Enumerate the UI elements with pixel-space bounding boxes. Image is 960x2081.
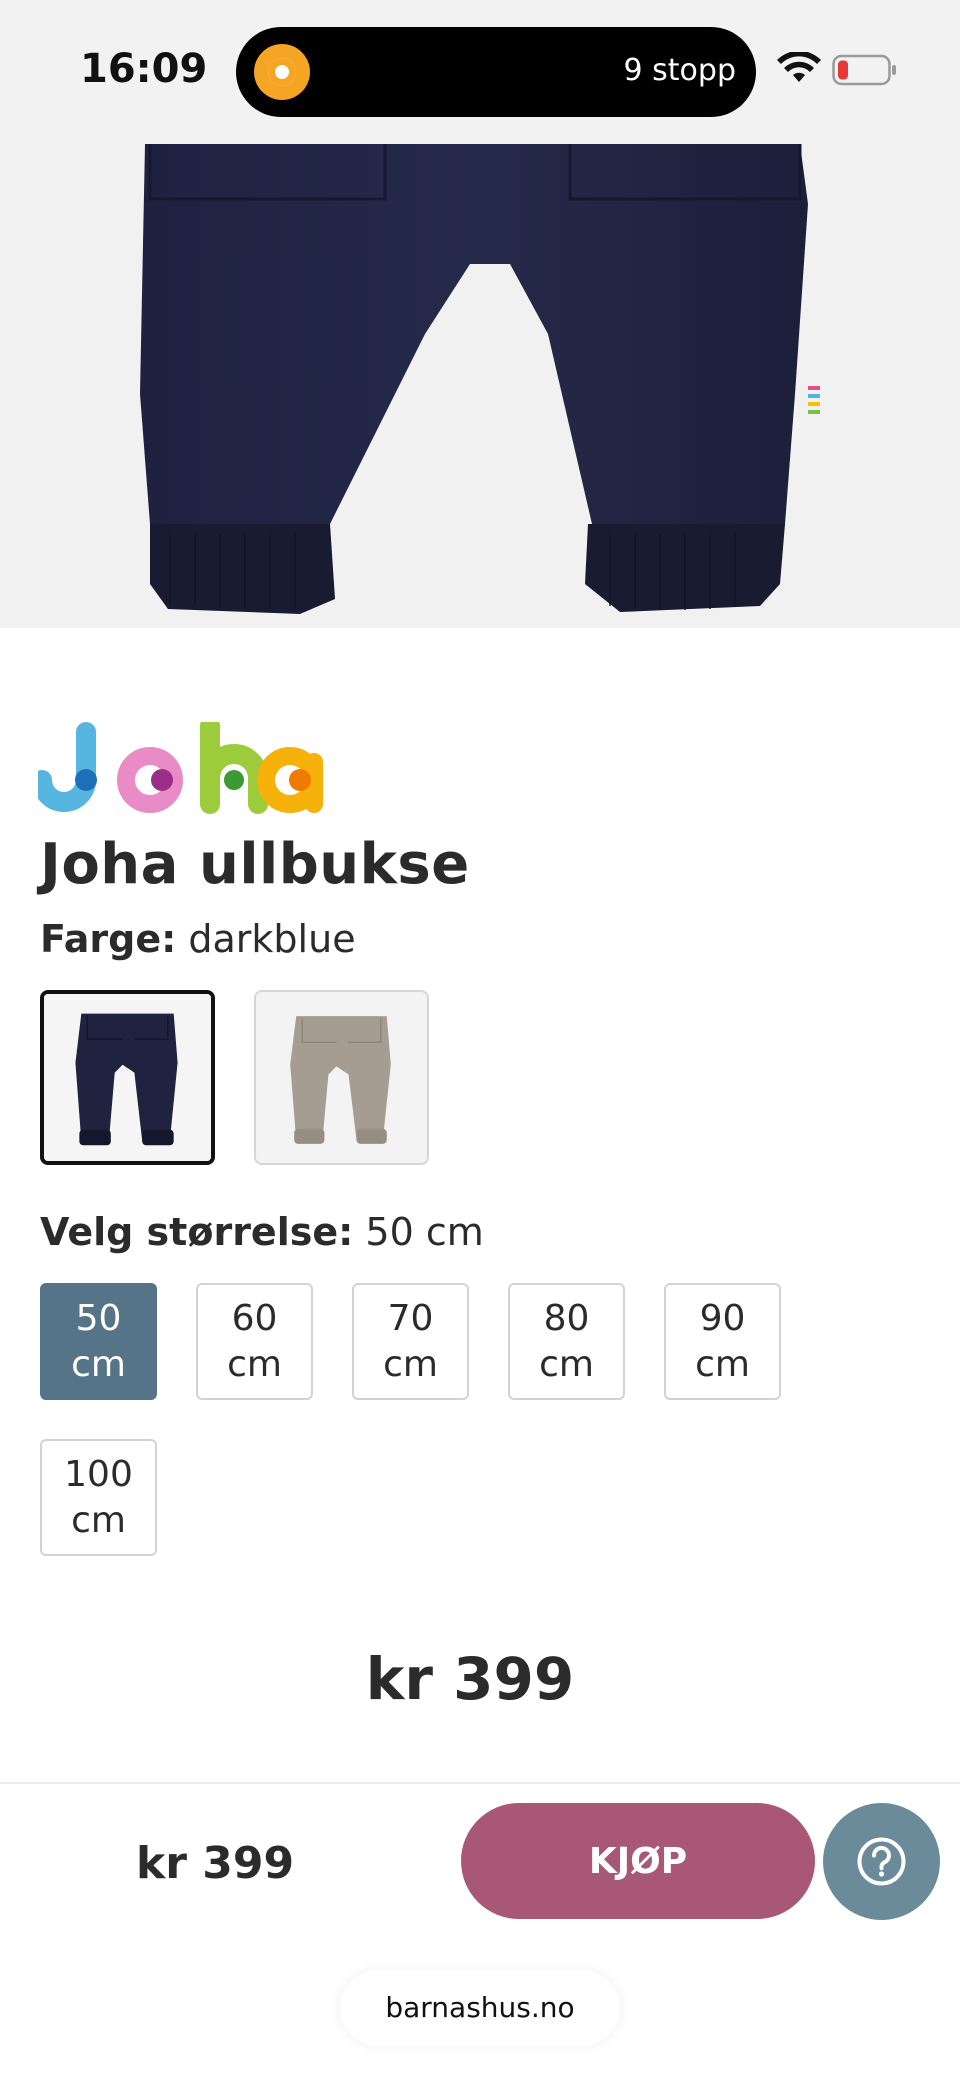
size-unit: cm [383, 1343, 438, 1385]
size-number: 50 [75, 1297, 122, 1339]
size-button-80[interactable]: 80 cm [508, 1283, 625, 1400]
size-value: 50 cm [365, 1210, 484, 1254]
status-time: 16:09 [80, 46, 208, 92]
swatch-darkblue-image [44, 994, 211, 1161]
product-hero-image[interactable] [0, 144, 960, 628]
size-unit: cm [227, 1343, 282, 1385]
swatch-beige-image [256, 992, 427, 1163]
buy-button[interactable]: KJØP [461, 1803, 815, 1919]
size-unit: cm [695, 1343, 750, 1385]
status-bar: 16:09 9 stopp [0, 0, 960, 144]
color-label: Farge: [40, 917, 177, 961]
size-unit: cm [71, 1499, 126, 1541]
size-label: Velg størrelse: [40, 1210, 354, 1254]
swatch-darkblue[interactable] [40, 990, 215, 1165]
size-number: 100 [64, 1453, 133, 1495]
color-value: darkblue [188, 917, 356, 961]
size-button-50[interactable]: 50 cm [40, 1283, 157, 1400]
question-circle-icon [857, 1837, 906, 1886]
product-price: kr 399 [365, 1645, 575, 1713]
size-line: Velg størrelse: 50 cm [40, 1210, 484, 1254]
size-button-100[interactable]: 100 cm [40, 1439, 157, 1556]
dynamic-island[interactable]: 9 stopp [236, 27, 756, 117]
size-number: 90 [699, 1297, 746, 1339]
size-number: 60 [231, 1297, 278, 1339]
swatch-beige[interactable] [254, 990, 429, 1165]
activity-ring-icon [254, 44, 310, 100]
joha-logo[interactable] [38, 722, 323, 814]
purchase-bar-price: kr 399 [136, 1838, 295, 1889]
live-activity-text: 9 stopp [623, 53, 736, 88]
browser-url-bar[interactable]: barnashus.no [340, 1970, 620, 2046]
size-number: 80 [543, 1297, 590, 1339]
color-line: Farge: darkblue [40, 917, 356, 961]
wifi-icon [777, 52, 821, 82]
size-button-70[interactable]: 70 cm [352, 1283, 469, 1400]
product-title: Joha ullbukse [40, 832, 470, 897]
size-button-90[interactable]: 90 cm [664, 1283, 781, 1400]
size-unit: cm [539, 1343, 594, 1385]
size-button-60[interactable]: 60 cm [196, 1283, 313, 1400]
size-unit: cm [71, 1343, 126, 1385]
battery-low-icon [832, 54, 896, 86]
help-button[interactable] [823, 1803, 940, 1920]
size-number: 70 [387, 1297, 434, 1339]
purchase-bar-divider [0, 1782, 960, 1784]
